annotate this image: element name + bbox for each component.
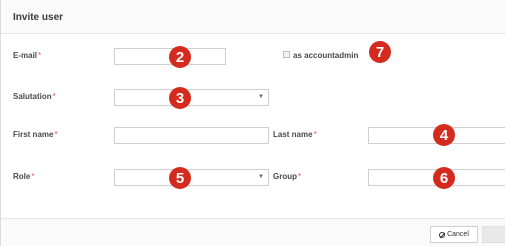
invite-user-dialog: Invite user E-mail* as accountadmin Salu… <box>0 0 505 246</box>
role-select[interactable]: ▼ <box>114 169 269 186</box>
callout-badge-3: 3 <box>169 87 191 109</box>
callout-badge-6: 6 <box>433 167 455 189</box>
accountadmin-checkbox[interactable] <box>283 51 290 58</box>
first-name-label: First name* <box>13 130 58 139</box>
caret-down-icon: ▼ <box>258 174 264 180</box>
callout-badge-7: 7 <box>369 41 391 63</box>
dialog-title: Invite user <box>13 12 64 23</box>
callout-badge-5: 5 <box>169 167 191 189</box>
accountadmin-label: as accountadmin <box>293 51 359 60</box>
cancel-icon <box>439 231 446 238</box>
email-label: E-mail* <box>13 51 42 60</box>
callout-badge-4: 4 <box>433 124 455 146</box>
salutation-select[interactable]: ▼ <box>114 89 269 106</box>
last-name-label: Last name* <box>273 130 317 139</box>
role-label: Role* <box>13 172 35 181</box>
dialog-header: Invite user <box>1 0 505 34</box>
salutation-label: Salutation* <box>13 92 56 101</box>
submit-button[interactable] <box>482 226 505 243</box>
group-label: Group* <box>273 172 302 181</box>
cancel-button-label: Cancel <box>447 231 469 238</box>
cancel-button[interactable]: Cancel <box>430 226 478 243</box>
caret-down-icon: ▼ <box>258 94 264 100</box>
first-name-field[interactable] <box>114 127 269 144</box>
callout-badge-2: 2 <box>169 46 191 68</box>
